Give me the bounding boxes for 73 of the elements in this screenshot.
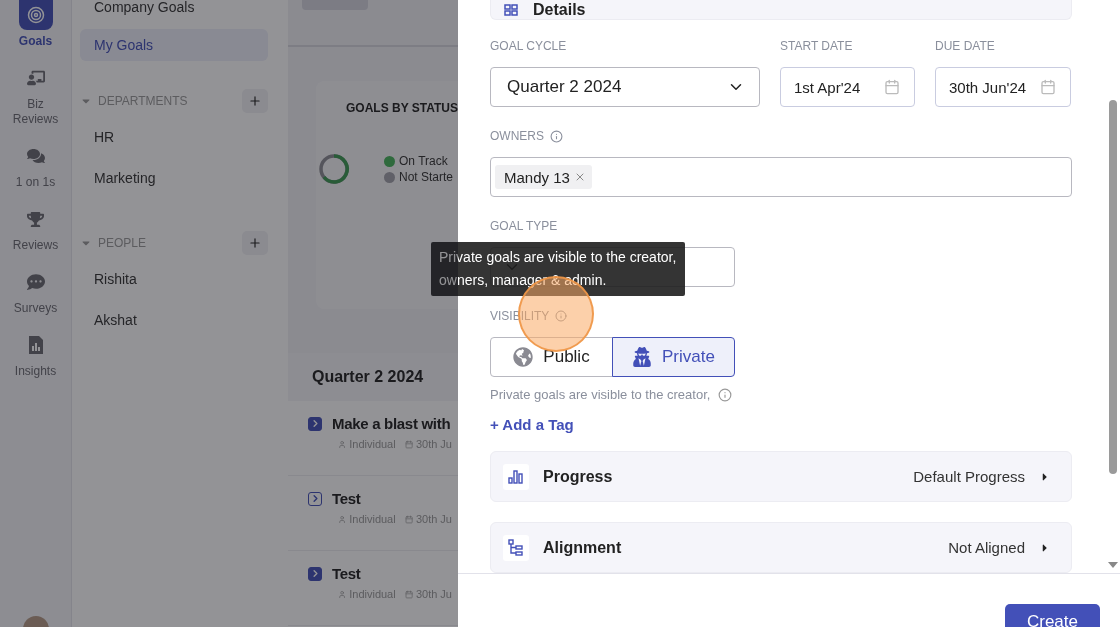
cycle-heading: Quarter 2 2024	[288, 353, 458, 401]
tooltip: Private goals are visible to the creator, owners, manager & admin.	[431, 242, 685, 296]
nav-item[interactable]: Akshat	[80, 310, 268, 330]
rail-item[interactable]: Goals	[3, 0, 68, 49]
goal-title[interactable]: Make a blast with	[332, 415, 451, 432]
field-label: DUE DATE	[935, 39, 996, 53]
goal-cycle-select[interactable]: Quarter 2 2024	[490, 67, 760, 107]
calendar-icon	[404, 513, 413, 525]
nav-item[interactable]: Marketing	[80, 168, 268, 188]
add-button[interactable]	[242, 231, 268, 255]
hierarchy-icon	[503, 534, 529, 561]
nav-item[interactable]: Rishita	[80, 269, 268, 289]
chat-icon	[26, 147, 45, 165]
target-icon	[26, 6, 45, 24]
section-title: Alignment	[543, 538, 622, 557]
legend-item: On Track	[384, 154, 454, 168]
rail-item[interactable]: Surveys	[3, 267, 68, 316]
section-value: Not Aligned	[948, 539, 1025, 556]
bar-chart-icon	[503, 463, 529, 490]
section-value: Default Progress	[913, 468, 1025, 485]
rail-item[interactable]: Biz Reviews	[3, 63, 68, 127]
scroll-down-icon[interactable]	[1108, 561, 1118, 569]
details-header[interactable]: Details	[490, 0, 1072, 20]
field-label: OWNERS	[490, 129, 544, 143]
expand-toggle[interactable]	[308, 566, 322, 581]
nav-item[interactable]: My Goals	[80, 29, 268, 61]
donut-drawing	[318, 153, 350, 185]
expand-toggle[interactable]	[308, 416, 322, 431]
nav-item[interactable]: Company Goals	[80, 0, 268, 23]
report-icon	[27, 335, 44, 355]
calendar-icon	[884, 79, 900, 95]
calendar-icon	[1040, 79, 1056, 95]
helper-text: Private goals are visible to the creator,	[490, 387, 711, 402]
rail-item[interactable]: Insights	[3, 330, 68, 379]
field-label: START DATE	[780, 39, 854, 53]
person-icon	[338, 588, 347, 600]
section-card[interactable]: Alignment Not Aligned	[490, 522, 1072, 573]
calendar-icon	[404, 588, 413, 600]
person-icon	[338, 513, 347, 525]
globe-icon	[513, 347, 534, 367]
person-icon	[338, 438, 347, 450]
goal-title[interactable]: Test	[332, 490, 361, 507]
create-button[interactable]: Create	[1004, 604, 1100, 627]
info-icon[interactable]	[718, 387, 733, 402]
speech-bubble-icon	[26, 273, 45, 291]
info-icon[interactable]	[550, 129, 563, 143]
field-label: GOAL TYPE	[490, 219, 559, 233]
rail-item[interactable]: 1 on 1s	[3, 141, 68, 190]
nav-item[interactable]: HR	[80, 127, 268, 147]
visibility-option[interactable]: Private	[612, 337, 735, 377]
plus-icon	[248, 236, 262, 250]
section-title: Details	[533, 0, 586, 19]
section-title: Progress	[543, 467, 613, 486]
card-title: GOALS BY STATUS	[346, 101, 458, 115]
calendar-icon	[404, 438, 413, 450]
spy-icon	[632, 347, 653, 367]
plus-icon	[248, 94, 262, 108]
field-label: GOAL CYCLE	[490, 39, 568, 53]
add-tag-link[interactable]: + Add a Tag	[490, 416, 574, 433]
due-date-field[interactable]: 30th Jun'24	[935, 67, 1071, 107]
add-button[interactable]	[242, 89, 268, 113]
goal-title[interactable]: Test	[332, 565, 361, 582]
owner-tag: Mandy 13	[495, 165, 592, 189]
trophy-icon	[27, 210, 44, 228]
presentation-icon	[26, 69, 45, 87]
grid-icon	[503, 2, 519, 17]
visibility-option[interactable]: Public	[490, 337, 613, 377]
expand-toggle[interactable]	[308, 491, 322, 506]
section-card[interactable]: Progress Default Progress	[490, 451, 1072, 502]
owners-field[interactable]: Mandy 13	[490, 157, 1072, 197]
rail-item[interactable]: Reviews	[3, 204, 68, 253]
start-date-field[interactable]: 1st Apr'24	[780, 67, 915, 107]
legend-item: Not Starte	[384, 170, 454, 184]
